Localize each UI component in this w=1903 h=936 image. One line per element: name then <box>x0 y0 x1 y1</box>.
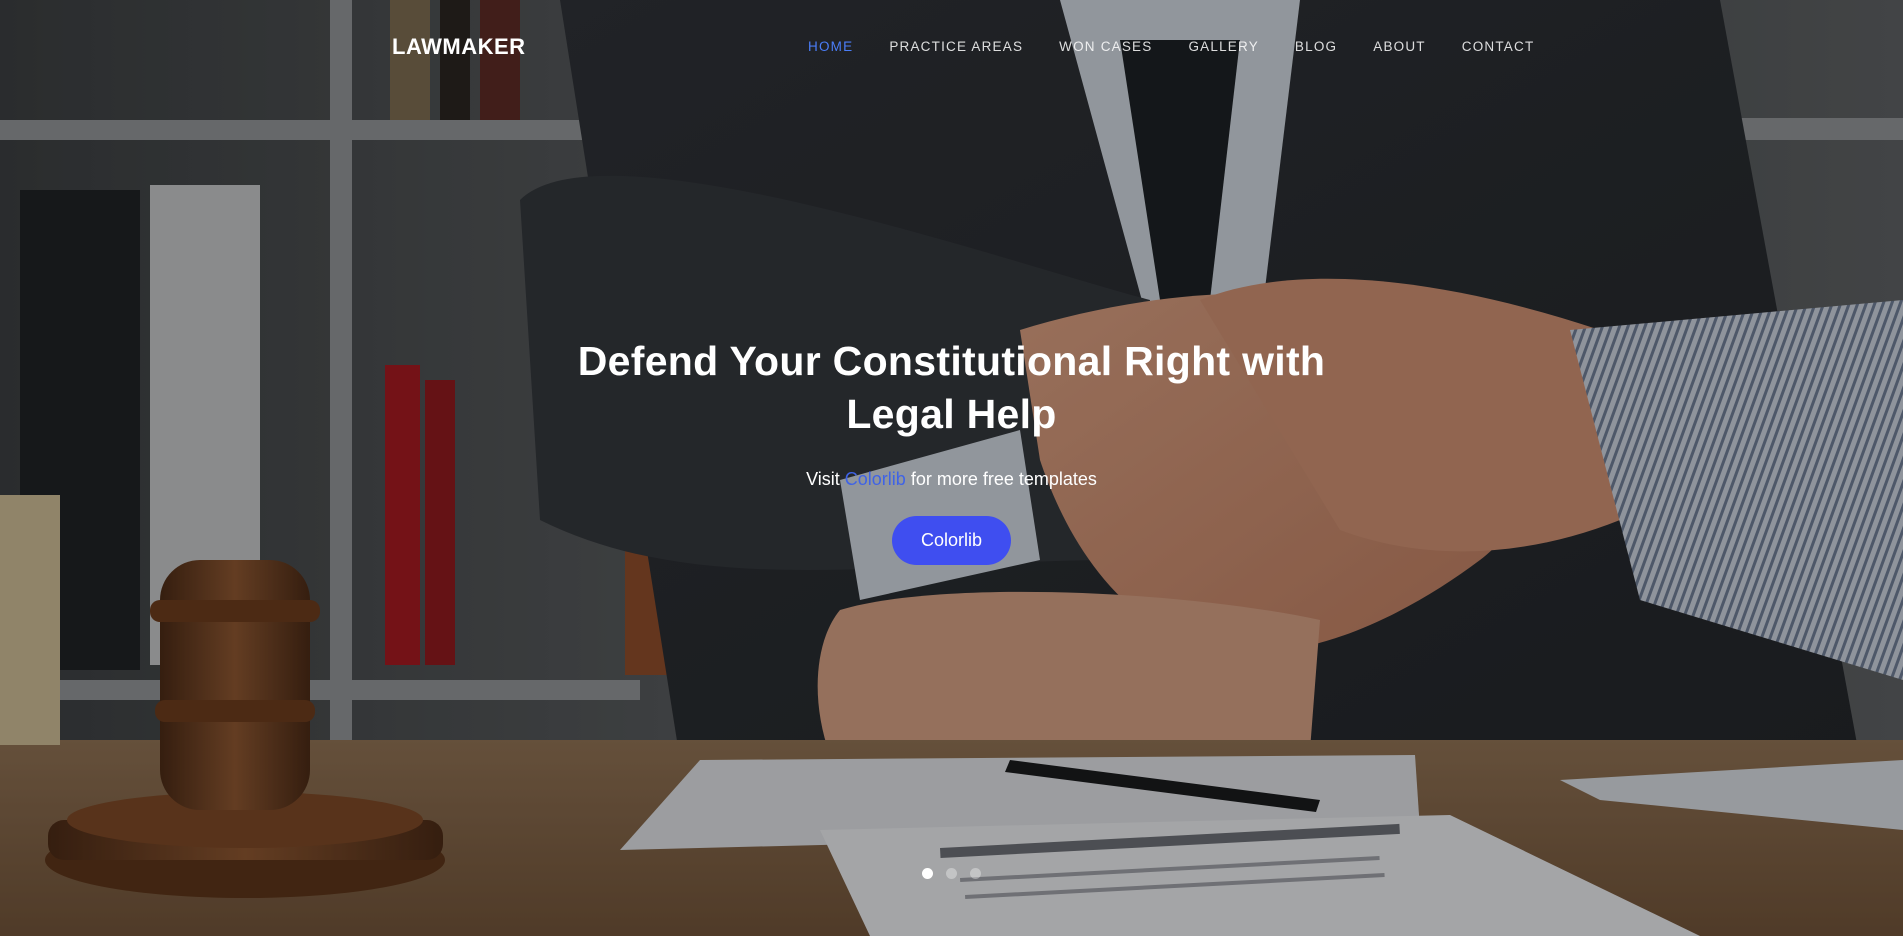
carousel-dots <box>0 868 1903 879</box>
carousel-dot-2[interactable] <box>946 868 957 879</box>
hero-content: Defend Your Constitutional Right with Le… <box>0 335 1903 565</box>
hero-subtitle-link[interactable]: Colorlib <box>845 469 906 489</box>
navbar: LAWMAKER HOME PRACTICE AREAS WON CASES G… <box>0 0 1903 96</box>
nav-link-contact[interactable]: CONTACT <box>1444 39 1553 54</box>
nav-link-home[interactable]: HOME <box>790 39 871 54</box>
nav-link-practice-areas[interactable]: PRACTICE AREAS <box>871 39 1041 54</box>
nav-item-blog: BLOG <box>1277 38 1355 56</box>
carousel-dot-1[interactable] <box>922 868 933 879</box>
nav-link-blog[interactable]: BLOG <box>1277 39 1355 54</box>
nav-item-about: ABOUT <box>1355 38 1444 56</box>
hero-subtitle-suffix: for more free templates <box>910 469 1097 489</box>
nav-item-contact: CONTACT <box>1444 38 1553 56</box>
nav-item-won-cases: WON CASES <box>1041 38 1170 56</box>
hero-section: LAWMAKER HOME PRACTICE AREAS WON CASES G… <box>0 0 1903 936</box>
nav-item-gallery: GALLERY <box>1170 38 1276 56</box>
hero-title: Defend Your Constitutional Right with Le… <box>577 338 1326 437</box>
nav-link-won-cases[interactable]: WON CASES <box>1041 39 1170 54</box>
nav-item-practice-areas: PRACTICE AREAS <box>871 38 1041 56</box>
nav-item-home: HOME <box>790 38 871 56</box>
hero-subtitle: Visit Colorlib for more free templates <box>0 469 1903 490</box>
main-nav-menu: HOME PRACTICE AREAS WON CASES GALLERY BL… <box>790 38 1552 56</box>
brand-logo[interactable]: LAWMAKER <box>392 34 526 60</box>
hero-cta-button[interactable]: Colorlib <box>891 516 1012 565</box>
carousel-dot-3[interactable] <box>970 868 981 879</box>
hero-subtitle-prefix: Visit <box>806 469 840 489</box>
nav-link-gallery[interactable]: GALLERY <box>1170 39 1276 54</box>
nav-link-about[interactable]: ABOUT <box>1355 39 1444 54</box>
